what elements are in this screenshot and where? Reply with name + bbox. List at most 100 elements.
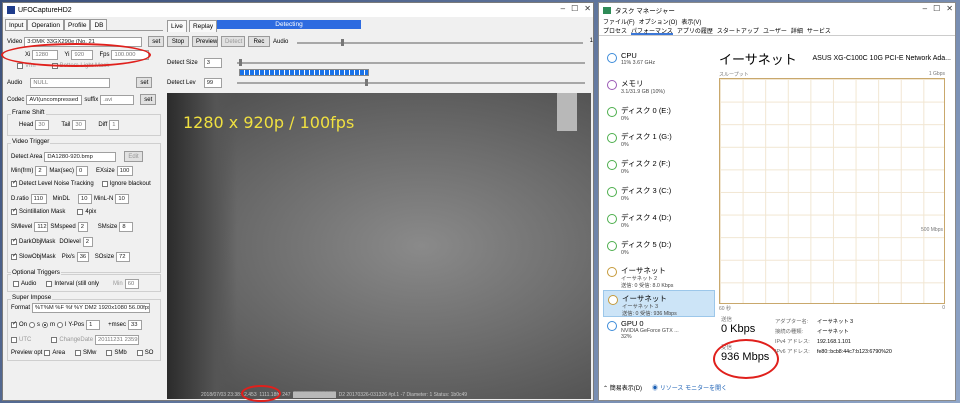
detect-size-input[interactable]: 3: [203, 58, 222, 68]
tab-db[interactable]: DB: [90, 19, 108, 30]
resource-disk-2[interactable]: ディスク 2 (F:) 0%: [603, 156, 715, 183]
resource-disk-3[interactable]: ディスク 3 (C:) 0%: [603, 183, 715, 210]
change-date-checkbox[interactable]: [51, 337, 58, 343]
audio-slider-thumb[interactable]: [341, 39, 344, 46]
minlm-input[interactable]: 10: [115, 194, 130, 204]
resource-monitor-link[interactable]: ◉ リソース モニターを開く: [652, 383, 727, 392]
scint-checkbox[interactable]: [11, 207, 17, 215]
tab-details[interactable]: 詳細: [791, 26, 803, 35]
close-icon[interactable]: ✕: [584, 4, 591, 13]
sosize-input[interactable]: 72: [116, 252, 131, 262]
tm-minimize-icon[interactable]: –: [923, 4, 927, 13]
tab-input[interactable]: Input: [5, 19, 28, 30]
slowobj-checkbox[interactable]: [11, 252, 17, 260]
edit-button[interactable]: Edit: [124, 151, 143, 162]
resource-disk-4[interactable]: ディスク 4 (D:) 0%: [603, 210, 715, 237]
ufo-titlebar[interactable]: UFOCaptureHD2 – ☐ ✕: [3, 3, 593, 17]
resource-disk-5[interactable]: ディスク 5 (D:) 0%: [603, 237, 715, 264]
pixs-input[interactable]: 36: [76, 252, 89, 262]
tab-startup[interactable]: スタートアップ: [717, 26, 759, 35]
detect-area-input[interactable]: DA1280-920.bmp: [44, 151, 117, 162]
menu-options[interactable]: オプション(O): [639, 17, 678, 26]
rec-button[interactable]: Rec: [248, 36, 270, 47]
diff-input[interactable]: 1: [109, 120, 120, 130]
tab-performance[interactable]: パフォーマンス: [631, 26, 673, 35]
tab-operation[interactable]: Operation: [27, 19, 65, 30]
tab-live[interactable]: Live: [167, 20, 187, 32]
exsize-input[interactable]: 100: [116, 166, 133, 176]
codec-select[interactable]: AVI(uncompressed: [26, 94, 83, 105]
suffix-input[interactable]: .avi: [100, 94, 135, 105]
min-input[interactable]: 60: [124, 279, 139, 289]
msec-input[interactable]: 33: [128, 320, 142, 330]
resource-memory[interactable]: メモリ 3.1/31.9 GB (10%): [603, 76, 715, 103]
so-checkbox[interactable]: [136, 350, 143, 356]
area-checkbox[interactable]: [44, 350, 51, 356]
smspeed-input[interactable]: 2: [77, 222, 88, 232]
ignore-blackout-checkbox[interactable]: [101, 181, 108, 187]
resource-cpu[interactable]: CPU 11% 3.67 GHz: [603, 49, 715, 76]
tm-maximize-icon[interactable]: ☐: [933, 4, 940, 13]
resource-ethernet-3[interactable]: イーサネット イーサネット 3 送信: 0 受信: 936 Mbps: [603, 290, 715, 317]
dolevel-input[interactable]: 2: [82, 237, 93, 247]
tm-close-icon[interactable]: ✕: [946, 4, 953, 13]
detect-lev-thumb[interactable]: [365, 79, 368, 86]
detect-size-slider[interactable]: [237, 62, 585, 64]
tab-replay[interactable]: Replay: [188, 20, 218, 32]
smw-checkbox[interactable]: [75, 350, 82, 356]
tm-titlebar[interactable]: タスク マネージャー – ☐ ✕: [599, 3, 955, 17]
resource-disk-0[interactable]: ディスク 0 (E:) 0%: [603, 103, 715, 130]
disk-graph-icon: [607, 133, 617, 144]
interval-checkbox[interactable]: [46, 281, 53, 287]
max-sec-input[interactable]: 0: [76, 166, 88, 176]
vfm-checkbox[interactable]: [17, 63, 23, 69]
size-m-radio[interactable]: [42, 322, 49, 328]
detect-lev-slider[interactable]: [237, 82, 585, 84]
menu-file[interactable]: ファイル(F): [603, 17, 635, 26]
tab-processes[interactable]: プロセス: [603, 26, 627, 35]
maximize-icon[interactable]: ☐: [571, 4, 578, 13]
change-date-input[interactable]: 20111231 235959: [95, 335, 140, 345]
dratio-input[interactable]: 110: [30, 194, 47, 204]
fourpix-checkbox[interactable]: [77, 209, 84, 215]
audio-set-button[interactable]: set: [136, 77, 153, 88]
tail-input[interactable]: 30: [72, 120, 87, 130]
resource-gpu-0[interactable]: GPU 0 NVIDIA GeForce GTX ... 32%: [603, 317, 715, 344]
audio-level-slider[interactable]: [297, 42, 583, 44]
size-s-radio[interactable]: [29, 322, 36, 328]
throughput-graph: [719, 78, 945, 304]
dratio-label: D.ratio: [11, 196, 29, 202]
tab-app-history[interactable]: アプリの履歴: [677, 26, 713, 35]
tab-users[interactable]: ユーザー: [763, 26, 787, 35]
resource-ethernet-2[interactable]: イーサネット イーサネット 2 送信: 0 受信: 8.0 Kbps: [603, 263, 715, 290]
preview-button[interactable]: Preview: [192, 36, 218, 47]
min-frm-input[interactable]: 2: [35, 166, 48, 176]
utc-checkbox[interactable]: [11, 337, 17, 343]
head-input[interactable]: 30: [35, 120, 50, 130]
menu-view[interactable]: 表示(V): [681, 17, 701, 26]
format-input[interactable]: %T%M %F %f %Y DM2 1920x1080 56.00fps: [32, 303, 151, 313]
tab-services[interactable]: サービス: [807, 26, 831, 35]
brief-view-link[interactable]: ⌃ 簡易表示(D): [603, 383, 642, 392]
opt-audio-checkbox[interactable]: [13, 281, 19, 287]
audio-select[interactable]: NULL: [30, 77, 111, 88]
smb-checkbox[interactable]: [106, 350, 113, 356]
smsize-input[interactable]: 8: [119, 222, 134, 232]
detect-lev-input[interactable]: 99: [203, 78, 222, 88]
ypos-input[interactable]: 1: [86, 320, 101, 330]
mindl-input[interactable]: 10: [78, 194, 93, 204]
minimize-icon[interactable]: –: [561, 4, 565, 13]
stop-button[interactable]: Stop: [167, 36, 189, 47]
dlnt-checkbox[interactable]: [11, 179, 17, 187]
impose-on-checkbox[interactable]: [11, 320, 17, 328]
resource-disk-1[interactable]: ディスク 1 (G:) 0%: [603, 129, 715, 156]
codec-set-button[interactable]: set: [140, 94, 157, 105]
size-l-radio[interactable]: [57, 322, 64, 328]
detect-button[interactable]: Detect: [221, 36, 245, 47]
tab-profile[interactable]: Profile: [64, 19, 91, 30]
smlevel-input[interactable]: 112: [34, 222, 49, 232]
darkobj-checkbox[interactable]: [11, 237, 17, 245]
detect-size-thumb[interactable]: [239, 59, 242, 66]
video-set-button[interactable]: set: [148, 36, 165, 47]
video-preview[interactable]: 1280 x 920p / 100fps 2018/07/03 23:38:12…: [167, 93, 591, 399]
